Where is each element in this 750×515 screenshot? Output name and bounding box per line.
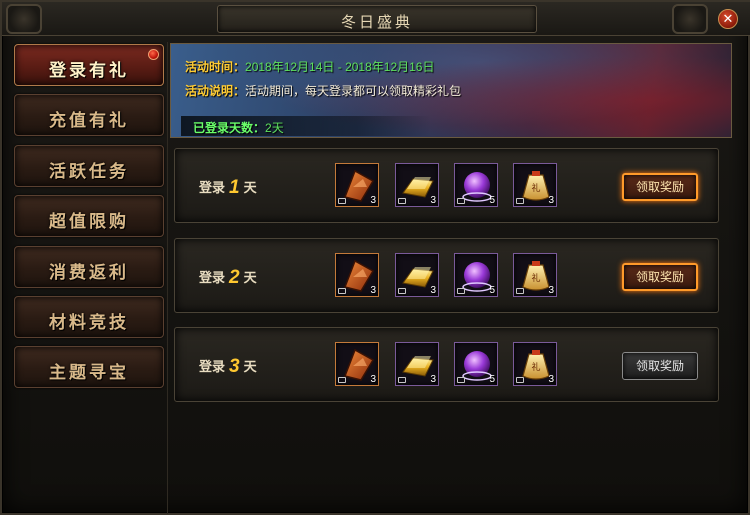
- event-window: 冬日盛典 ✕ 登录有礼 充值有礼 活跃任务 超值限购 消费返利 材料竞技 主题寻…: [0, 0, 750, 515]
- reward-day-suffix: 天: [243, 270, 257, 285]
- notification-dot-icon: [148, 49, 159, 60]
- event-time-value: 2018年12月14日 - 2018年12月16日: [245, 60, 435, 74]
- bind-lock-icon: [516, 198, 524, 204]
- claim-reward-button[interactable]: 领取奖励: [622, 173, 698, 201]
- reward-slot-gold-bar[interactable]: 3: [395, 163, 439, 207]
- claim-reward-button[interactable]: 领取奖励: [622, 263, 698, 291]
- reward-day-label: 登录 3 天: [199, 355, 257, 377]
- event-time-label: 活动时间：: [185, 60, 246, 74]
- item-count: 3: [548, 374, 554, 385]
- bind-lock-icon: [457, 198, 465, 204]
- reward-slot-axe-shard[interactable]: 3: [335, 253, 379, 297]
- event-desc-line: 活动说明：活动期间，每天登录都可以领取精彩礼包: [185, 82, 461, 99]
- reward-slot-gift-bag[interactable]: 礼 3: [513, 253, 557, 297]
- sidebar-item-active-tasks[interactable]: 活跃任务: [14, 145, 164, 187]
- bind-lock-icon: [516, 288, 524, 294]
- sidebar-item-label: 消费返利: [49, 263, 129, 283]
- item-count: 3: [548, 285, 554, 296]
- reward-day-number: 1: [229, 177, 240, 198]
- reward-day-prefix: 登录: [199, 270, 226, 285]
- reward-slot-purple-orb[interactable]: 5: [454, 163, 498, 207]
- bind-lock-icon: [398, 198, 406, 204]
- sidebar-item-spend-rebate[interactable]: 消费返利: [14, 246, 164, 288]
- item-count: 3: [548, 195, 554, 206]
- bind-lock-icon: [398, 288, 406, 294]
- reward-slot-axe-shard[interactable]: 3: [335, 163, 379, 207]
- item-count: 5: [489, 285, 495, 296]
- reward-row-day-1: 登录 1 天 3 3 5 礼 3 领取奖励: [174, 148, 719, 223]
- bind-lock-icon: [516, 377, 524, 383]
- close-icon: ✕: [722, 11, 734, 26]
- sidebar-item-label: 主题寻宝: [49, 363, 129, 383]
- sidebar-item-label: 充值有礼: [49, 111, 129, 131]
- event-desc-value: 活动期间，每天登录都可以领取精彩礼包: [245, 84, 462, 98]
- reward-slot-gift-bag[interactable]: 礼 3: [513, 342, 557, 386]
- svg-text:礼: 礼: [531, 182, 540, 194]
- reward-day-suffix: 天: [243, 180, 257, 195]
- title-bar: 冬日盛典 ✕: [2, 2, 750, 36]
- reward-day-label: 登录 2 天: [199, 266, 257, 288]
- login-days-line: 已登录天数：2天: [193, 119, 284, 136]
- reward-row-day-3: 登录 3 天 3 3 5 礼 3 领取奖励: [174, 327, 719, 402]
- event-desc-label: 活动说明：: [185, 84, 246, 98]
- reward-day-prefix: 登录: [199, 180, 226, 195]
- event-banner: 活动时间：2018年12月14日 - 2018年12月16日 活动说明：活动期间…: [170, 43, 732, 138]
- item-count: 5: [489, 195, 495, 206]
- item-count: 3: [370, 285, 376, 296]
- sidebar-item-recharge-gift[interactable]: 充值有礼: [14, 94, 164, 136]
- bind-lock-icon: [338, 198, 346, 204]
- sidebar-item-label: 登录有礼: [49, 61, 129, 81]
- login-days-value: 2天: [265, 121, 284, 135]
- item-count: 3: [430, 374, 436, 385]
- login-days-label: 已登录天数：: [193, 121, 266, 135]
- sidebar-item-theme-treasure[interactable]: 主题寻宝: [14, 346, 164, 388]
- reward-slot-gold-bar[interactable]: 3: [395, 342, 439, 386]
- reward-row-day-2: 登录 2 天 3 3 5 礼 3 领取奖励: [174, 238, 719, 313]
- corner-ornament-icon: [672, 4, 708, 34]
- window-title: 冬日盛典: [340, 13, 413, 31]
- item-count: 3: [430, 195, 436, 206]
- item-count: 5: [489, 374, 495, 385]
- close-button[interactable]: ✕: [718, 9, 738, 29]
- bind-lock-icon: [338, 288, 346, 294]
- reward-slot-axe-shard[interactable]: 3: [335, 342, 379, 386]
- reward-day-number: 2: [229, 267, 240, 288]
- reward-slot-gold-bar[interactable]: 3: [395, 253, 439, 297]
- title-plate: 冬日盛典: [217, 5, 537, 33]
- reward-day-suffix: 天: [243, 359, 257, 374]
- corner-ornament-icon: [6, 4, 42, 34]
- svg-text:礼: 礼: [531, 272, 540, 284]
- sidebar-item-label: 超值限购: [49, 212, 129, 232]
- sidebar-item-label: 材料竞技: [49, 313, 129, 333]
- reward-day-label: 登录 1 天: [199, 176, 257, 198]
- sidebar-item-label: 活跃任务: [49, 162, 129, 182]
- item-count: 3: [370, 195, 376, 206]
- item-count: 3: [430, 285, 436, 296]
- claim-reward-button[interactable]: 领取奖励: [622, 352, 698, 380]
- bind-lock-icon: [398, 377, 406, 383]
- reward-slot-gift-bag[interactable]: 礼 3: [513, 163, 557, 207]
- sidebar-item-material-contest[interactable]: 材料竞技: [14, 296, 164, 338]
- reward-slot-purple-orb[interactable]: 5: [454, 342, 498, 386]
- reward-day-prefix: 登录: [199, 359, 226, 374]
- svg-text:礼: 礼: [531, 361, 540, 373]
- bind-lock-icon: [338, 377, 346, 383]
- item-count: 3: [370, 374, 376, 385]
- bind-lock-icon: [457, 288, 465, 294]
- reward-slot-purple-orb[interactable]: 5: [454, 253, 498, 297]
- sidebar-item-value-purchase[interactable]: 超值限购: [14, 195, 164, 237]
- bind-lock-icon: [457, 377, 465, 383]
- sidebar-item-login-gift[interactable]: 登录有礼: [14, 44, 164, 86]
- event-time-line: 活动时间：2018年12月14日 - 2018年12月16日: [185, 58, 434, 75]
- sidebar-nav: 登录有礼 充值有礼 活跃任务 超值限购 消费返利 材料竞技 主题寻宝: [10, 42, 168, 514]
- reward-day-number: 3: [229, 356, 240, 377]
